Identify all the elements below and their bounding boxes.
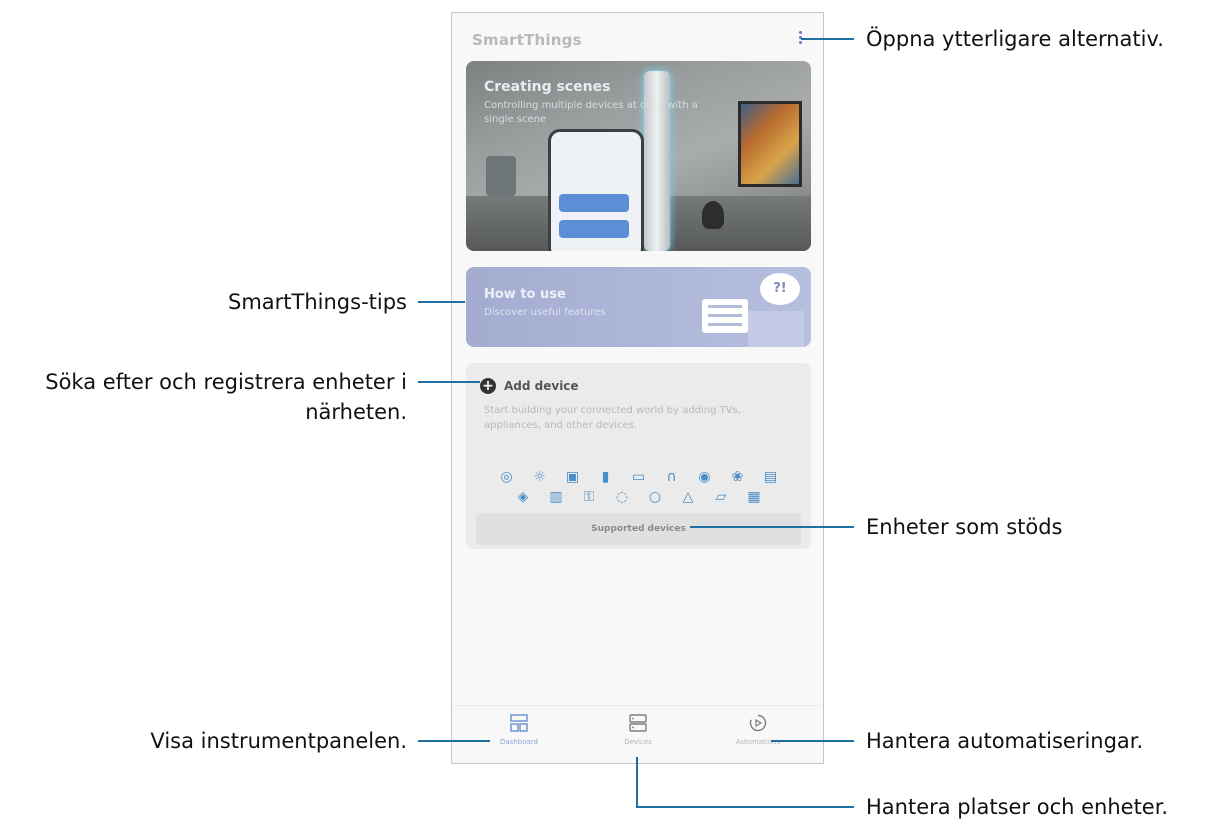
callout-devices: Hantera platser och enheter. xyxy=(866,795,1169,819)
device-icons-row: ◈ ▥ ⚿ ◌ ○ △ ▱ ▦ xyxy=(466,487,811,507)
hero-lamp-image xyxy=(702,201,724,229)
add-device-title[interactable]: Add device xyxy=(504,379,579,393)
tab-dashboard[interactable]: Dashboard xyxy=(479,714,559,746)
tv-icon: ▭ xyxy=(631,469,646,485)
callout-line-dashboard xyxy=(418,740,490,742)
supported-devices-button[interactable]: Supported devices xyxy=(476,513,801,545)
mockup-button xyxy=(559,194,629,212)
automations-icon xyxy=(749,714,767,732)
sensor-icon: ▮ xyxy=(601,469,610,485)
tab-devices-label: Devices xyxy=(624,738,652,746)
callout-supported: Enheter som stöds xyxy=(866,515,1063,539)
callout-line-devices-vertical xyxy=(636,757,638,808)
building-illustration xyxy=(748,311,804,347)
hero-air-purifier-image xyxy=(644,71,670,251)
mockup-button xyxy=(559,220,629,238)
hero-banner[interactable]: Creating scenes Controlling multiple dev… xyxy=(466,61,811,251)
hero-tv-image xyxy=(738,101,802,187)
fridge-icon: ▥ xyxy=(549,489,563,505)
tab-devices[interactable]: Devices xyxy=(598,714,678,746)
callout-options: Öppna ytterligare alternativ. xyxy=(866,27,1164,51)
hero-phone-mockup xyxy=(548,129,644,251)
hero-plant-image xyxy=(486,156,516,196)
callout-line-options xyxy=(801,38,854,40)
speaker-icon: ◎ xyxy=(500,469,513,485)
tips-card[interactable]: How to use Discover useful features ?! xyxy=(466,267,811,347)
callout-line-supported xyxy=(690,526,854,528)
dashboard-icon xyxy=(510,714,528,732)
add-plus-icon[interactable]: + xyxy=(480,378,496,394)
callout-line-tips xyxy=(418,301,465,303)
phone-screen: SmartThings Creating scenes Controlling … xyxy=(451,12,824,764)
hero-subtitle: Controlling multiple devices at once wit… xyxy=(484,100,698,125)
camera-icon: ▤ xyxy=(763,469,778,485)
tab-dashboard-label: Dashboard xyxy=(500,738,538,746)
plant-icon: ❀ xyxy=(731,469,744,485)
washer-icon: ▣ xyxy=(565,469,580,485)
oven-icon: ◈ xyxy=(517,489,529,505)
callout-line-devices xyxy=(636,806,854,808)
headphones-icon: ∩ xyxy=(666,469,677,485)
callout-automations: Hantera automatiseringar. xyxy=(866,729,1144,753)
question-bubble-icon: ?! xyxy=(760,273,800,305)
book-icon xyxy=(702,299,748,333)
hub-icon: △ xyxy=(682,489,694,505)
callout-dashboard: Visa instrumentpanelen. xyxy=(150,729,407,753)
tips-title: How to use xyxy=(484,287,566,302)
hero-title: Creating scenes xyxy=(484,79,611,95)
add-device-card[interactable]: + Add device Start building your connect… xyxy=(466,363,811,549)
callout-line-add xyxy=(418,381,480,383)
callout-add-line2: närheten. xyxy=(305,400,407,424)
light-bulb-icon: ☼ xyxy=(533,469,546,485)
callout-add-line1: Söka efter och registrera enheter i xyxy=(45,370,407,394)
cctv-icon: ◌ xyxy=(615,489,629,505)
thermostat-icon: ○ xyxy=(648,489,662,505)
monitor-icon: ▱ xyxy=(715,489,727,505)
callout-tips: SmartThings-tips xyxy=(228,290,407,314)
devices-icon xyxy=(629,714,647,732)
device-icons-row: ◎ ☼ ▣ ▮ ▭ ∩ ◉ ❀ ▤ xyxy=(466,467,811,487)
robot-vacuum-icon: ◉ xyxy=(698,469,711,485)
bottom-nav: Dashboard Devices Automations xyxy=(452,705,823,763)
app-title: SmartThings xyxy=(472,31,582,49)
callout-line-automations xyxy=(771,740,854,742)
tablet-icon: ▦ xyxy=(747,489,761,505)
lock-icon: ⚿ xyxy=(583,489,595,505)
tips-subtitle: Discover useful features xyxy=(484,307,606,318)
add-device-description: Start building your connected world by a… xyxy=(484,405,742,431)
